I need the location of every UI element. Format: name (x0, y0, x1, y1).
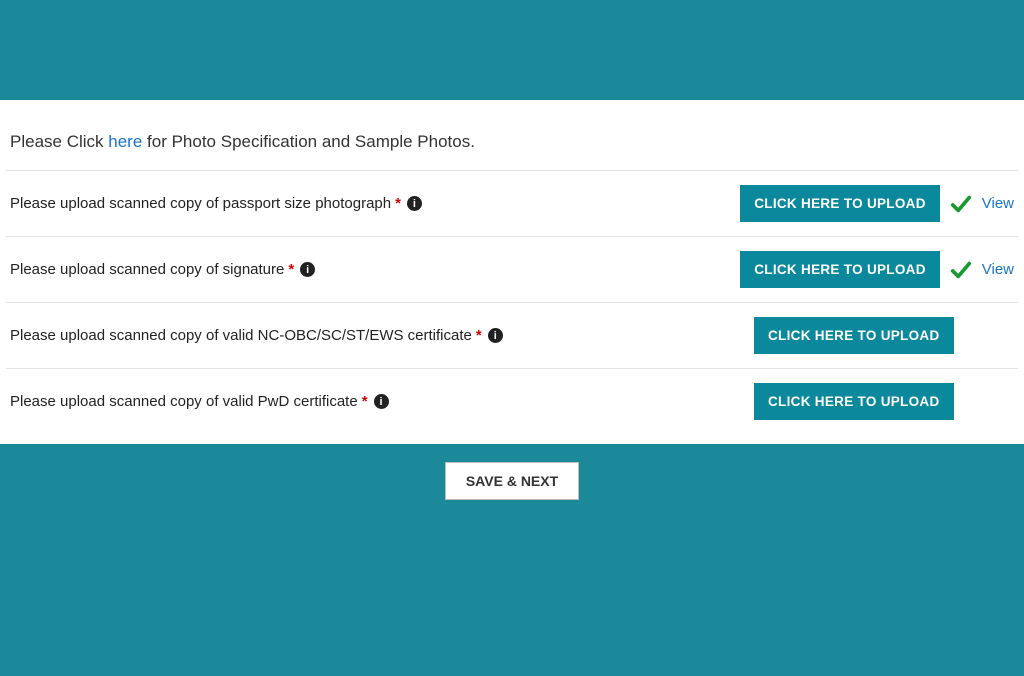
upload-label-text: Please upload scanned copy of valid PwD … (10, 393, 358, 410)
photo-spec-link[interactable]: here (108, 132, 142, 151)
required-marker: * (395, 195, 401, 212)
info-icon[interactable]: i (407, 196, 422, 211)
upload-button[interactable]: CLICK HERE TO UPLOAD (740, 185, 940, 222)
upload-actions: CLICK HERE TO UPLOAD View (740, 251, 1014, 288)
upload-button[interactable]: CLICK HERE TO UPLOAD (754, 317, 954, 354)
check-icon (950, 259, 972, 281)
required-marker: * (362, 393, 368, 410)
upload-actions: CLICK HERE TO UPLOAD (754, 383, 1014, 420)
info-icon[interactable]: i (300, 262, 315, 277)
upload-row-caste-certificate: Please upload scanned copy of valid NC-O… (6, 302, 1018, 368)
required-marker: * (476, 327, 482, 344)
upload-row-pwd-certificate: Please upload scanned copy of valid PwD … (6, 368, 1018, 434)
info-icon[interactable]: i (374, 394, 389, 409)
upload-button[interactable]: CLICK HERE TO UPLOAD (740, 251, 940, 288)
upload-label: Please upload scanned copy of valid PwD … (10, 393, 754, 410)
spec-prefix: Please Click (10, 132, 108, 151)
upload-actions: CLICK HERE TO UPLOAD View (740, 185, 1014, 222)
spec-suffix: for Photo Specification and Sample Photo… (142, 132, 475, 151)
save-next-button[interactable]: SAVE & NEXT (445, 462, 579, 500)
upload-label-text: Please upload scanned copy of signature (10, 261, 284, 278)
view-link[interactable]: View (982, 261, 1014, 278)
upload-label-text: Please upload scanned copy of passport s… (10, 195, 391, 212)
required-marker: * (288, 261, 294, 278)
upload-actions: CLICK HERE TO UPLOAD (754, 317, 1014, 354)
upload-panel: Please Click here for Photo Specificatio… (0, 100, 1024, 444)
upload-label: Please upload scanned copy of passport s… (10, 195, 740, 212)
upload-label: Please upload scanned copy of signature … (10, 261, 740, 278)
upload-label-text: Please upload scanned copy of valid NC-O… (10, 327, 472, 344)
upload-row-photograph: Please upload scanned copy of passport s… (6, 170, 1018, 236)
photo-spec-line: Please Click here for Photo Specificatio… (6, 120, 1018, 170)
upload-row-signature: Please upload scanned copy of signature … (6, 236, 1018, 302)
view-link[interactable]: View (982, 195, 1014, 212)
info-icon[interactable]: i (488, 328, 503, 343)
check-icon (950, 193, 972, 215)
upload-button[interactable]: CLICK HERE TO UPLOAD (754, 383, 954, 420)
footer-bar: SAVE & NEXT (0, 462, 1024, 500)
upload-label: Please upload scanned copy of valid NC-O… (10, 327, 754, 344)
